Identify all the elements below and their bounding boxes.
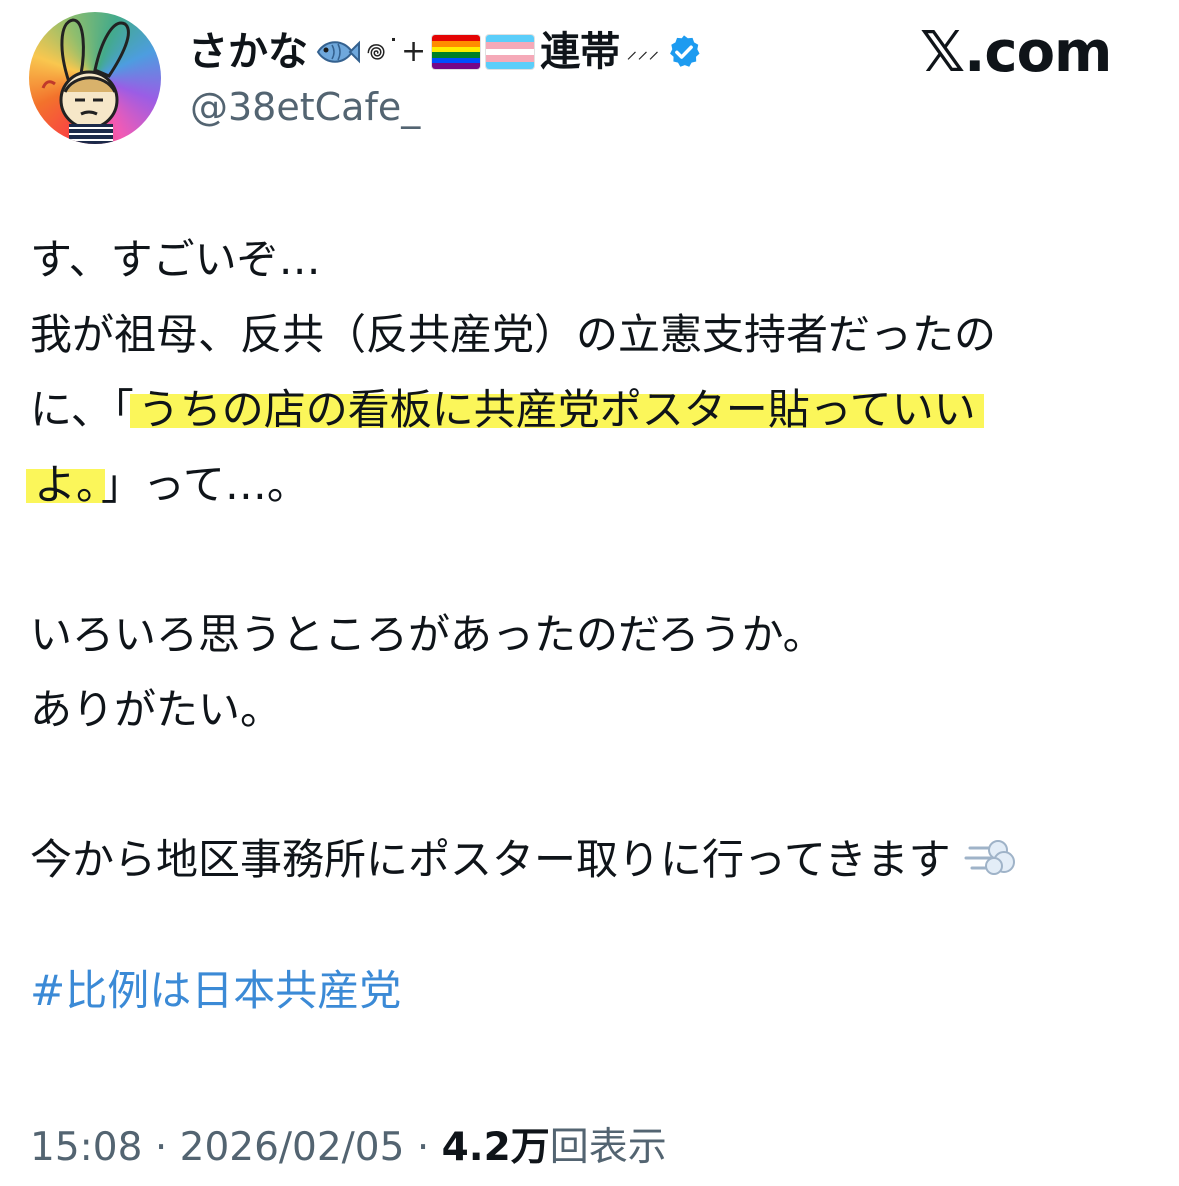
tweet-text: す、すごいぞ… 我が祖母、反共（反共産党）の立憲支持者だったの に、「うちの店の…	[26, 222, 1150, 1028]
meta-separator: ·	[416, 1125, 430, 1170]
tweet-line: よ。」って…。	[26, 447, 1150, 522]
tweet-line: 我が祖母、反共（反共産党）の立憲支持者だったの	[30, 310, 997, 359]
dashing-away-icon	[964, 840, 1016, 875]
rabbit-character-icon	[41, 18, 130, 144]
tweet-line: 今から地区事務所にポスター取りに行ってきます	[30, 822, 1150, 897]
highlighted-quote: うちの店の看板に共産党ポスター貼っていい	[129, 385, 984, 434]
views-count: 4.2万	[441, 1125, 550, 1170]
avatar[interactable]	[29, 12, 161, 144]
views-label: 回表示	[549, 1125, 667, 1170]
post-time[interactable]: 15:08	[30, 1125, 142, 1170]
author-name[interactable]: さかな	[188, 24, 308, 80]
tweet-line-text: 今から地区事務所にポスター取りに行ってきます	[30, 835, 951, 884]
author-display-name[interactable]: さかな 𖦹˙+ 連帯 ⸝⸝⸝	[188, 24, 703, 80]
x-logo: 𝕏.com	[920, 20, 1112, 85]
meta-separator: ·	[154, 1125, 168, 1170]
tweet-line-prefix: に、「	[30, 385, 134, 434]
author-handle[interactable]: @38etCafe_	[190, 80, 420, 134]
sparkle-icon: 𖦹˙+	[366, 34, 427, 69]
tweet-line: に、「うちの店の看板に共産党ポスター貼っていい	[30, 372, 1150, 447]
tweet-line: ありがたい。	[30, 685, 283, 734]
tweet-line-rest: 」って…。	[101, 460, 309, 509]
rainbow-flag-icon	[432, 35, 481, 69]
hashtag-row: #比例は日本共産党	[30, 953, 1150, 1028]
post-date[interactable]: 2026/02/05	[180, 1125, 405, 1170]
verified-badge-icon[interactable]	[665, 33, 703, 71]
author-name-suffix[interactable]: 連帯	[540, 24, 620, 80]
hashtag-link[interactable]: #比例は日本共産党	[30, 966, 401, 1015]
fish-icon	[316, 40, 360, 64]
tweet-line: いろいろ思うところがあったのだろうか。	[30, 610, 825, 659]
tweet-meta: 15:08 · 2026/02/05 · 4.2万回表示	[30, 1118, 667, 1178]
tweet-line: す、すごいぞ…	[30, 235, 321, 284]
transgender-flag-icon	[486, 35, 535, 69]
highlighted-quote: よ。	[26, 460, 106, 509]
name-tail-decoration: ⸝⸝⸝	[626, 39, 660, 64]
